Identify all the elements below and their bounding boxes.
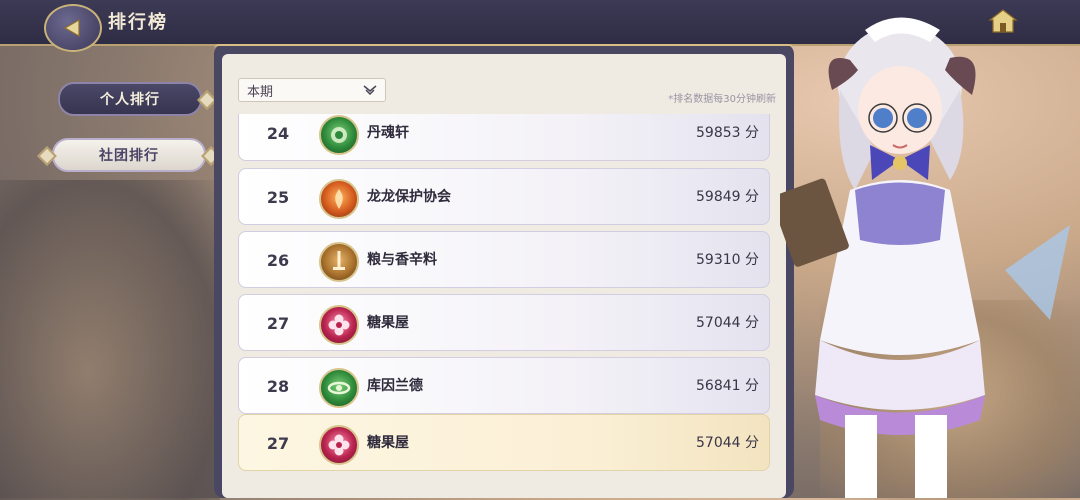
rank-number: 26	[266, 251, 290, 270]
club-score: 57044 分	[696, 435, 759, 451]
chevron-down-icon	[363, 85, 377, 95]
tab-club-ranking[interactable]: 社团排行	[37, 138, 221, 172]
period-dropdown[interactable]: 本期	[238, 78, 386, 102]
list-item[interactable]: 25 龙龙保护协会 59849 分	[238, 168, 770, 225]
my-club-row[interactable]: 27 糖果屋 57044 分	[238, 414, 770, 471]
rank-number: 25	[266, 188, 290, 207]
panel-gold-trim	[214, 44, 794, 54]
list-item[interactable]: 24 丹魂轩 59853 分	[238, 114, 770, 161]
club-emblem-icon	[319, 368, 359, 408]
club-name: 龙龙保护协会	[367, 189, 451, 205]
rank-number: 24	[266, 124, 290, 143]
club-score: 57044 分	[696, 315, 759, 331]
list-item[interactable]: 26 粮与香辛料 59310 分	[238, 231, 770, 288]
club-emblem-icon	[319, 425, 359, 465]
rank-number: 27	[266, 314, 290, 333]
list-item[interactable]: 27 糖果屋 57044 分	[238, 294, 770, 351]
back-arrow-icon	[63, 18, 80, 38]
club-name: 丹魂轩	[367, 125, 409, 141]
ranking-panel: 本期 *排名数据每30分钟刷新 24 丹魂轩 59853 分 25 龙龙保护协会…	[214, 44, 794, 498]
list-item[interactable]: 28 库因兰德 56841 分	[238, 357, 770, 414]
club-score: 59310 分	[696, 252, 759, 268]
club-emblem-icon	[319, 242, 359, 282]
ranking-panel-body: 本期 *排名数据每30分钟刷新 24 丹魂轩 59853 分 25 龙龙保护协会…	[222, 54, 786, 498]
character-illustration	[780, 17, 1070, 498]
club-score: 59853 分	[696, 125, 759, 141]
club-name: 库因兰德	[367, 378, 423, 394]
background-blur-left	[0, 180, 220, 500]
ranking-list[interactable]: 24 丹魂轩 59853 分 25 龙龙保护协会 59849 分 26 粮与香辛…	[238, 114, 772, 494]
tab-personal-label: 个人排行	[100, 92, 160, 108]
period-selected-value: 本期	[247, 84, 274, 100]
club-name: 糖果屋	[367, 315, 409, 331]
club-emblem-icon	[319, 179, 359, 219]
page-title: 排行榜	[108, 12, 168, 33]
tab-club-label: 社团排行	[99, 148, 159, 164]
club-score: 56841 分	[696, 378, 759, 394]
tab-decoration-icon	[37, 146, 57, 166]
rank-number: 27	[266, 434, 290, 453]
refresh-note: *排名数据每30分钟刷新	[668, 94, 776, 105]
club-emblem-icon	[319, 115, 359, 155]
club-name: 糖果屋	[367, 435, 409, 451]
back-button[interactable]	[44, 4, 102, 52]
club-name: 粮与香辛料	[367, 252, 437, 268]
club-score: 59849 分	[696, 189, 759, 205]
tab-personal-ranking[interactable]: 个人排行	[58, 82, 217, 116]
club-emblem-icon	[319, 305, 359, 345]
rank-number: 28	[266, 377, 290, 396]
